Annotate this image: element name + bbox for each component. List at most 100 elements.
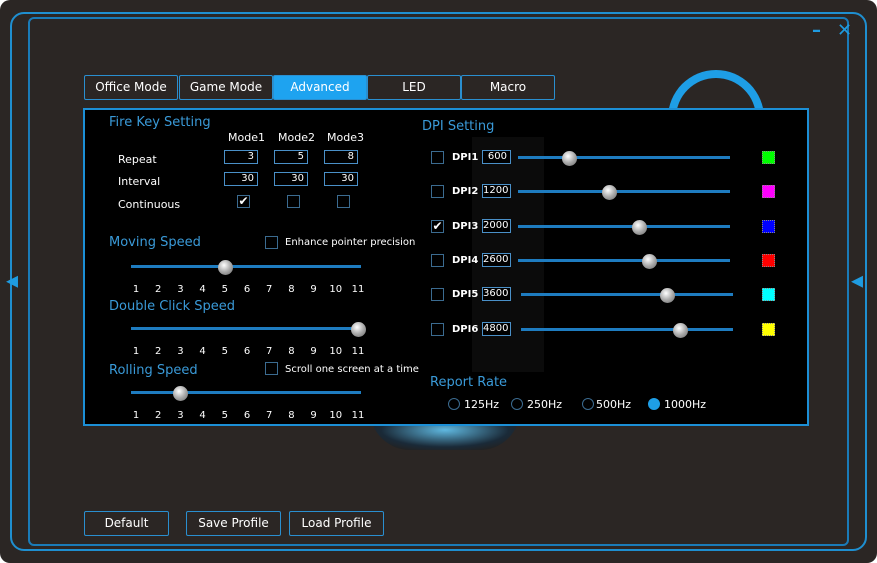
double-click-tick-label: 10 (329, 346, 343, 357)
default-button[interactable]: Default (84, 511, 169, 536)
double-click-tick-label: 8 (288, 346, 295, 357)
rolling-speed-title: Rolling Speed (109, 363, 198, 378)
rolling-speed-tick-label: 3 (177, 410, 184, 421)
report-rate-1000-label: 1000Hz (664, 398, 707, 411)
report-rate-title: Report Rate (430, 375, 508, 390)
dpi2-slider-track[interactable] (518, 190, 730, 194)
dpi3-slider-track[interactable] (518, 224, 730, 228)
moving-speed-tick-label: 10 (329, 284, 343, 295)
report-rate-125-radio[interactable] (448, 398, 460, 410)
mode2-header: Mode2 (278, 131, 315, 144)
dpi6-slider-track[interactable] (521, 327, 733, 331)
moving-speed-tick-label: 1 (132, 284, 140, 295)
dpi4-value-input[interactable]: 2600 (482, 252, 511, 267)
tab-advanced[interactable]: Advanced (273, 75, 367, 100)
mode1-header: Mode1 (228, 131, 265, 144)
dpi2-color-swatch[interactable] (762, 185, 775, 199)
double-click-tick-label: 2 (155, 346, 162, 357)
dpi3-color-swatch[interactable] (762, 219, 775, 233)
interval-mode1-input[interactable]: 30 (224, 172, 258, 186)
moving-speed-tick-label: 9 (310, 284, 317, 295)
double-click-title: Double Click Speed (109, 299, 236, 314)
report-rate-1000-radio[interactable] (648, 398, 660, 410)
dpi2-checkbox[interactable] (431, 185, 444, 199)
moving-speed-tick-label: 6 (243, 284, 251, 295)
dpi6-value-input[interactable]: 4800 (482, 321, 511, 336)
dpi4-slider-track[interactable] (518, 258, 730, 262)
dpi2-value-input[interactable]: 1200 (482, 184, 511, 199)
double-click-tick-label: 11 (351, 346, 365, 357)
double-click-tick-label: 4 (199, 346, 206, 357)
dpi4-label: DPI4 (452, 254, 479, 266)
repeat-mode1-input[interactable]: 3 (224, 150, 258, 164)
repeat-mode2-input[interactable]: 5 (274, 150, 308, 164)
right-arrow-icon: ◂ (851, 266, 864, 294)
close-icon[interactable]: ✕ (837, 20, 852, 41)
moving-speed-slider-thumb[interactable] (217, 260, 233, 275)
dpi2-label: DPI2 (452, 186, 479, 198)
rolling-speed-tick-label: 1 (132, 410, 140, 421)
tab-macro[interactable]: Macro (461, 75, 555, 100)
dpi1-value-input[interactable]: 600 (482, 150, 511, 164)
tab-office-mode[interactable]: Office Mode (84, 75, 178, 100)
continuous-mode2-checkbox[interactable] (287, 195, 300, 208)
double-click-slider-track[interactable] (131, 327, 361, 330)
dpi3-checkbox[interactable]: ✔ (431, 219, 444, 233)
enhance-precision-label: Enhance pointer precision (285, 237, 416, 248)
left-arrow-icon: ◂ (6, 266, 19, 294)
report-rate-125-label: 125Hz (464, 398, 500, 411)
rolling-speed-tick-label: 11 (351, 410, 365, 421)
double-click-tick-label: 9 (310, 346, 317, 357)
dpi5-color-swatch[interactable] (762, 288, 775, 302)
tab-led[interactable]: LED (367, 75, 461, 100)
dpi3-slider-thumb[interactable] (631, 219, 647, 235)
report-rate-250-radio[interactable] (511, 398, 523, 410)
fire-key-title: Fire Key Setting (109, 115, 211, 130)
rolling-speed-slider-track[interactable] (131, 391, 361, 394)
dpi5-label: DPI5 (452, 289, 479, 301)
continuous-mode1-checkbox[interactable]: ✔ (237, 195, 250, 208)
tab-game-mode[interactable]: Game Mode (179, 75, 273, 100)
dpi1-checkbox[interactable] (431, 151, 444, 164)
report-rate-500-radio[interactable] (582, 398, 594, 410)
enhance-precision-checkbox[interactable] (265, 236, 278, 249)
dpi5-checkbox[interactable] (431, 288, 444, 302)
dpi6-color-swatch[interactable] (762, 322, 775, 336)
rolling-speed-tick-label: 4 (199, 410, 206, 421)
scroll-screen-checkbox[interactable] (265, 362, 278, 375)
report-rate-250-label: 250Hz (527, 398, 563, 411)
save-profile-button[interactable]: Save Profile (186, 511, 281, 536)
moving-speed-slider-track[interactable] (131, 265, 361, 268)
interval-mode3-input[interactable]: 30 (324, 172, 358, 186)
moving-speed-tick-label: 3 (177, 284, 184, 295)
moving-speed-tick-label: 5 (221, 284, 228, 295)
double-click-tick-label: 1 (132, 346, 140, 357)
dpi4-checkbox[interactable] (431, 253, 444, 267)
dpi5-value-input[interactable]: 3600 (482, 287, 511, 302)
report-rate-500-label: 500Hz (596, 398, 632, 411)
rolling-speed-tick-label: 9 (310, 410, 317, 421)
dpi3-label: DPI3 (452, 220, 479, 232)
dpi1-label: DPI1 (452, 152, 479, 163)
double-click-slider-thumb[interactable] (351, 322, 366, 337)
load-profile-button[interactable]: Load Profile (289, 511, 384, 536)
dpi3-value-input[interactable]: 2000 (482, 218, 511, 233)
continuous-label: Continuous (118, 198, 181, 211)
dpi1-slider-thumb[interactable] (561, 151, 577, 166)
minimize-icon[interactable]: – (812, 20, 821, 41)
repeat-mode3-input[interactable]: 8 (324, 150, 358, 164)
dpi6-slider-thumb[interactable] (673, 322, 688, 338)
dpi4-color-swatch[interactable] (762, 253, 775, 267)
moving-speed-tick-label: 7 (266, 284, 273, 295)
rolling-speed-tick-label: 5 (221, 410, 228, 421)
continuous-mode3-checkbox[interactable] (337, 195, 350, 208)
dpi6-checkbox[interactable] (431, 322, 444, 336)
dpi1-slider-track[interactable] (518, 156, 730, 159)
dpi5-slider-track[interactable] (521, 293, 733, 297)
moving-speed-tick-label: 8 (288, 284, 295, 295)
interval-mode2-input[interactable]: 30 (274, 172, 308, 186)
app-window: ◂ ◂ – ✕ Office Mode Game Mode Advanced L… (0, 0, 877, 563)
dpi1-color-swatch[interactable] (762, 151, 775, 164)
rolling-speed-tick-label: 6 (243, 410, 251, 421)
double-click-tick-label: 7 (266, 346, 273, 357)
